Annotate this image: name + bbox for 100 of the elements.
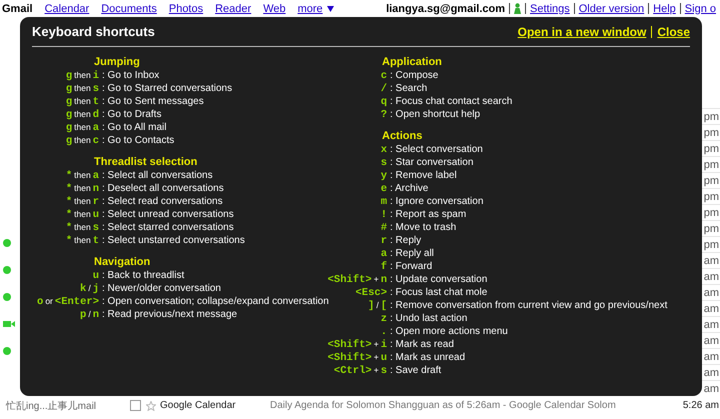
shortcut-description: : Remove conversation from current view and go previous/next — [390, 299, 668, 312]
message-time: pm — [704, 110, 719, 122]
shortcut-keys: ] / [ — [368, 299, 390, 312]
shortcut-description: : Ignore conversation — [390, 195, 484, 208]
shortcut-description: : Undo last action — [390, 312, 468, 325]
row-checkbox[interactable] — [130, 400, 141, 411]
account-link[interactable]: Sign o — [684, 2, 716, 14]
shortcut-description: : Select all conversations — [102, 169, 214, 182]
shortcut-description: : Star conversation — [390, 156, 474, 169]
message-time: am — [704, 382, 719, 394]
shortcut-keys: # — [380, 221, 390, 234]
shortcut-keys: u — [92, 269, 102, 282]
shortcut-description: : Open shortcut help — [390, 108, 482, 121]
status-dot-icon — [3, 266, 11, 274]
shortcut-keys: e — [380, 182, 390, 195]
shortcut-description: : Newer/older conversation — [102, 282, 222, 295]
shortcut-description: : Save draft — [390, 364, 442, 377]
shortcut-description: : Go to Drafts — [102, 108, 162, 121]
shortcut-description: : Forward — [390, 260, 434, 273]
shortcut-description: : Report as spam — [390, 208, 468, 221]
shortcut-description: : Deselect all conversations — [102, 182, 225, 195]
shortcut-description: : Archive — [390, 182, 430, 195]
message-time: pm — [704, 190, 719, 202]
nav-link[interactable]: Web — [263, 2, 286, 14]
message-time: pm — [704, 222, 719, 234]
shortcut-description: : Select unread conversations — [102, 208, 235, 221]
shortcut-description: : Remove label — [390, 169, 458, 182]
message-time: am — [704, 318, 719, 330]
message-time: am — [704, 334, 719, 346]
shortcut-description: : Go to Contacts — [102, 134, 176, 147]
section-title: Jumping — [94, 56, 141, 69]
shortcut-description: : Back to threadlist — [102, 269, 186, 282]
shortcut-keys: k / j — [80, 282, 102, 295]
chat-status-text: 忙乱ing...止事儿mail — [4, 400, 98, 412]
shortcut-description: : Open more actions menu — [390, 325, 509, 338]
caret-icon[interactable] — [326, 6, 334, 12]
message-time: am — [704, 270, 719, 282]
star-icon[interactable] — [146, 400, 156, 410]
message-time: 5:26 am — [682, 400, 720, 411]
message-time: am — [704, 286, 719, 298]
account-link[interactable]: Help — [653, 2, 676, 14]
shortcut-keys: r — [380, 234, 390, 247]
shortcut-keys: y — [380, 169, 390, 182]
section-title: Navigation — [94, 256, 152, 269]
shortcut-keys: / — [380, 82, 390, 95]
shortcut-description: : Compose — [390, 69, 440, 82]
section-title: Application — [382, 56, 443, 69]
section-title: Threadlist selection — [94, 156, 198, 169]
shortcut-keys: p / n — [80, 308, 102, 321]
shortcut-description: : Search — [390, 82, 428, 95]
shortcut-description: : Reply all — [390, 247, 435, 260]
shortcut-keys: <Shift> + u — [328, 351, 390, 364]
person-icon[interactable] — [514, 3, 521, 14]
nav-link[interactable]: Reader — [215, 2, 252, 14]
shortcut-keys: ! — [380, 208, 390, 221]
message-time: am — [704, 302, 719, 314]
app-name: Gmail — [2, 2, 33, 14]
shortcut-description: : Reply — [390, 234, 422, 247]
shortcut-description: : Go to Sent messages — [102, 95, 205, 108]
message-sender: Google Calendar — [160, 400, 237, 411]
shortcut-keys: <Shift> + n — [328, 273, 390, 286]
shortcut-keys: . — [380, 325, 390, 338]
message-time: pm — [704, 126, 719, 138]
dialog-title: Keyboard shortcuts — [32, 24, 156, 39]
message-time: pm — [704, 238, 719, 250]
status-dot-icon — [3, 347, 11, 355]
account-email: liangya.sg@gmail.com — [386, 2, 505, 14]
header-link[interactable]: Open in a new window — [518, 24, 646, 38]
shortcut-keys: <Shift> + i — [328, 338, 390, 351]
shortcut-description: : Update conversation — [390, 273, 488, 286]
shortcut-description: : Move to trash — [390, 221, 458, 234]
shortcut-description: : Focus chat contact search — [390, 95, 514, 108]
message-time: am — [704, 366, 719, 378]
shortcut-description: : Read previous/next message — [102, 308, 238, 321]
shortcut-keys: s — [380, 156, 390, 169]
message-time: pm — [704, 142, 719, 154]
shortcut-description: : Select starred conversations — [102, 221, 235, 234]
shortcut-keys: q — [380, 95, 390, 108]
shortcut-description: : Select conversation — [390, 143, 484, 156]
more-link[interactable]: more — [298, 2, 323, 14]
nav-link[interactable]: Photos — [168, 2, 204, 14]
section-title: Actions — [382, 130, 424, 143]
shortcut-keys: ? — [380, 108, 390, 121]
shortcut-keys: x — [380, 143, 390, 156]
shortcut-description: : Go to All mail — [102, 121, 168, 134]
account-link[interactable]: Settings — [530, 2, 570, 14]
shortcut-keys: <Esc> — [355, 286, 390, 299]
header-link[interactable]: Close — [657, 24, 690, 38]
message-time: am — [704, 254, 719, 266]
shortcut-description: : Select read conversations — [102, 195, 224, 208]
message-time: pm — [704, 206, 719, 218]
account-link[interactable]: Older version — [578, 2, 644, 14]
nav-link[interactable]: Calendar — [44, 2, 90, 14]
video-camera-icon — [3, 320, 15, 328]
nav-link[interactable]: Documents — [101, 2, 157, 14]
shortcut-description: : Mark as read — [390, 338, 455, 351]
shortcut-keys: z — [380, 312, 390, 325]
message-time: pm — [704, 174, 719, 186]
shortcut-description: : Go to Starred conversations — [102, 82, 234, 95]
status-dot-icon — [3, 239, 11, 247]
